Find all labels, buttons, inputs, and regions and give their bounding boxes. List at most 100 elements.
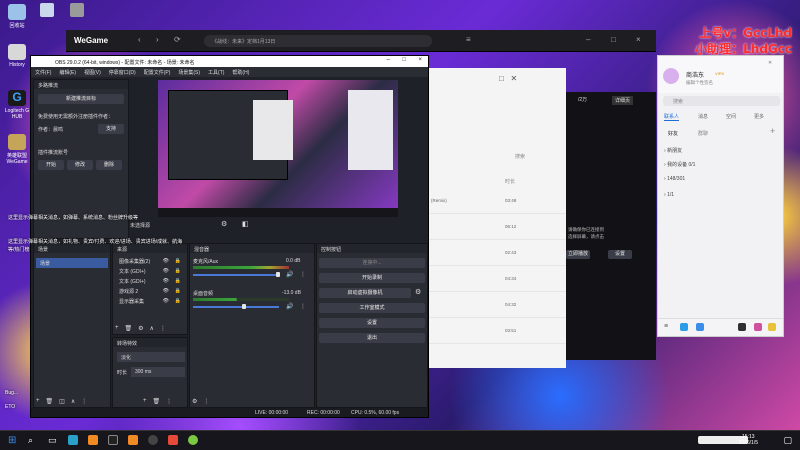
close-icon[interactable]: ✕: [768, 60, 772, 66]
slider-knob[interactable]: [276, 272, 280, 277]
back-icon[interactable]: ‹: [138, 35, 141, 44]
remove-icon[interactable]: 🗑: [153, 398, 161, 405]
support-button[interactable]: 支持: [98, 124, 124, 134]
preview-canvas[interactable]: [158, 80, 398, 217]
group-item[interactable]: › 1/1: [664, 192, 674, 198]
window-controls-icon[interactable]: □ ✕: [499, 74, 517, 83]
minimize-icon[interactable]: –: [586, 35, 590, 44]
taskbar-app-icon[interactable]: [108, 435, 118, 445]
studio-mode-button[interactable]: 工作室模式: [319, 303, 425, 313]
close-icon[interactable]: ×: [636, 35, 641, 44]
filter-icon[interactable]: ◧: [242, 220, 249, 228]
search-input[interactable]: 搜索: [663, 96, 780, 106]
start-virtual-camera-button[interactable]: 启动虚拟摄像机: [319, 288, 411, 298]
tab-contacts[interactable]: 联系人: [664, 113, 680, 121]
app-icon[interactable]: [680, 323, 688, 331]
more-icon[interactable]: ⋮: [160, 325, 166, 332]
desktop-icon-lol-wegame[interactable]: 英雄联盟WeGame: [2, 134, 32, 165]
music-search[interactable]: 搜索: [515, 153, 525, 160]
tab-messages[interactable]: 消息: [698, 113, 708, 120]
volume-slider[interactable]: [193, 274, 279, 276]
delete-button[interactable]: 删除: [96, 160, 122, 170]
maximize-icon[interactable]: □: [402, 57, 406, 63]
taskbar-app-icon[interactable]: [188, 435, 198, 445]
source-item[interactable]: 文本 (GDI+) 👁 🔒: [113, 266, 187, 276]
stream-connecting-button[interactable]: 连接中...: [319, 258, 425, 268]
menu-icon[interactable]: ≡: [664, 323, 668, 330]
menu-scene-collection[interactable]: 场景集(S): [178, 69, 200, 76]
duration-input[interactable]: 300 ms: [131, 367, 185, 377]
add-friend-icon[interactable]: +: [770, 126, 775, 136]
source-item[interactable]: 图像采集器(2) 👁 🔒: [113, 256, 187, 266]
add-icon[interactable]: +: [115, 325, 119, 332]
menu-edit[interactable]: 编辑(E): [59, 69, 76, 76]
more-icon[interactable]: ⋮: [300, 303, 306, 310]
group-item[interactable]: › 148/301: [664, 176, 685, 182]
menu-docks[interactable]: 停靠窗口(D): [109, 69, 136, 76]
list-item[interactable]: 04:32: [429, 292, 566, 318]
tab-more[interactable]: 更多: [754, 113, 764, 120]
more-icon[interactable]: ⋮: [81, 398, 87, 405]
edit-button[interactable]: 修改: [67, 160, 93, 170]
remove-icon[interactable]: 🗑: [46, 398, 54, 405]
gear-icon[interactable]: ⚙: [192, 398, 197, 405]
section-groups[interactable]: 群聊: [698, 130, 708, 137]
start-button[interactable]: 开始: [38, 160, 64, 170]
app-icon[interactable]: [738, 323, 746, 331]
add-icon[interactable]: +: [36, 398, 40, 405]
new-stream-target-button[interactable]: 新建推流目标: [38, 94, 124, 104]
speaker-icon[interactable]: 🔊: [286, 271, 293, 278]
notification-icon[interactable]: ▢: [783, 435, 792, 446]
source-item[interactable]: 显示器采集 👁 🔒: [113, 296, 187, 306]
volume-slider[interactable]: [193, 306, 279, 308]
tab-space[interactable]: 空间: [726, 113, 736, 120]
desktop-icon-recycle-bin[interactable]: 回收站: [2, 4, 32, 29]
menu-file[interactable]: 文件(F): [35, 69, 51, 76]
wegame-taskbar-icon[interactable]: [128, 435, 138, 445]
more-icon[interactable]: ⋮: [166, 398, 172, 405]
list-item[interactable]: (Remix) 03:48: [429, 188, 566, 214]
obs-taskbar-icon[interactable]: [148, 435, 158, 445]
menu-view[interactable]: 视图(V): [84, 69, 101, 76]
up-icon[interactable]: ∧: [71, 398, 75, 405]
desktop-shortcut-icon[interactable]: [40, 3, 54, 17]
app-icon[interactable]: [754, 323, 762, 331]
group-item[interactable]: › 我的设备 0/1: [664, 161, 695, 168]
scene-item[interactable]: 场景: [36, 258, 108, 268]
menu-icon[interactable]: ≡: [466, 35, 471, 44]
gear-icon[interactable]: ⚙: [221, 220, 227, 228]
client-settings-button[interactable]: 设置: [608, 250, 632, 259]
slider-knob[interactable]: [242, 304, 246, 309]
client-tab[interactable]: 详细页: [612, 96, 634, 105]
desktop-shortcut-icon[interactable]: [70, 3, 84, 17]
list-item[interactable]: 02:43: [429, 240, 566, 266]
windows-start-icon[interactable]: ⊞: [8, 435, 16, 446]
task-view-icon[interactable]: ▭: [48, 435, 57, 446]
forward-icon[interactable]: ›: [156, 35, 159, 44]
menu-help[interactable]: 帮助(H): [232, 69, 249, 76]
desktop-icon-logitech[interactable]: G Logitech G HUB: [2, 90, 32, 120]
speaker-icon[interactable]: 🔊: [286, 303, 293, 310]
list-item[interactable]: 03:51: [429, 318, 566, 344]
gear-icon[interactable]: ⚙: [415, 288, 421, 296]
gear-icon[interactable]: ⚙: [138, 325, 143, 332]
search-icon[interactable]: ⌕: [28, 435, 33, 446]
transition-select[interactable]: 淡化: [117, 352, 185, 362]
maximize-icon[interactable]: □: [611, 35, 616, 44]
exit-button[interactable]: 退出: [319, 333, 425, 343]
close-icon[interactable]: ×: [418, 57, 422, 63]
source-item[interactable]: 文本 (GDI+) 👁 🔒: [113, 276, 187, 286]
desktop-icon-history[interactable]: History: [2, 44, 32, 68]
taskbar-app-icon[interactable]: [68, 435, 78, 445]
taskbar-app-icon[interactable]: [168, 435, 178, 445]
filter-icon[interactable]: ◫: [59, 398, 65, 405]
clock[interactable]: 15:13 2026/1/5: [739, 434, 758, 446]
menu-profile[interactable]: 配置文件(P): [144, 69, 171, 76]
list-item[interactable]: 06:12: [429, 214, 566, 240]
add-icon[interactable]: +: [143, 398, 147, 405]
remove-icon[interactable]: 🗑: [125, 325, 133, 332]
more-icon[interactable]: ⋮: [203, 398, 209, 405]
source-item[interactable]: 游戏源 2 👁 🔒: [113, 286, 187, 296]
more-icon[interactable]: ⋮: [300, 271, 306, 278]
refresh-icon[interactable]: ⟳: [174, 35, 181, 44]
